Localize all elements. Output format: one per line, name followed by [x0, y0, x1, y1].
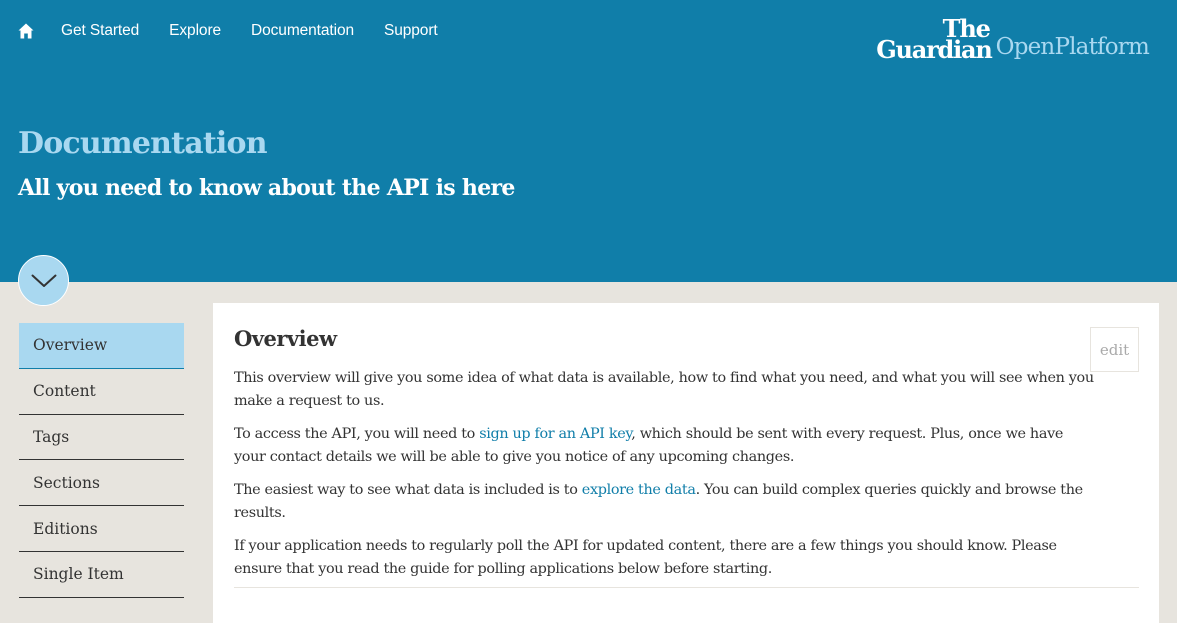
edit-button[interactable]: edit — [1090, 327, 1139, 372]
guardian-open-platform-logo[interactable]: The Guardian OpenPlatform — [876, 16, 1150, 65]
menu-toggle-button[interactable] — [18, 255, 69, 306]
brand-guardian: Guardian — [876, 35, 993, 65]
sidebar-item-editions[interactable]: Editions — [19, 506, 184, 552]
nav-link-get-started[interactable]: Get Started — [61, 22, 139, 40]
sidebar-item-label: Tags — [33, 427, 70, 446]
top-nav: Get Started Explore Documentation Suppor… — [0, 0, 468, 62]
paragraph-api-key: To access the API, you will need to sign… — [234, 423, 1094, 469]
nav-link-support[interactable]: Support — [384, 22, 438, 40]
paragraph-text: The easiest way to see what data is incl… — [234, 482, 582, 498]
sidebar-item-label: Content — [33, 382, 96, 401]
sidebar-item-label: Single Item — [33, 565, 124, 584]
nav-link-explore[interactable]: Explore — [169, 22, 221, 40]
page-subtitle: All you need to know about the API is he… — [18, 175, 515, 201]
home-icon[interactable] — [17, 22, 35, 40]
site-header: Get Started Explore Documentation Suppor… — [0, 0, 1177, 282]
guardian-wordmark: The Guardian — [876, 16, 993, 65]
overview-content: This overview will give you some idea of… — [234, 367, 1094, 591]
paragraph-text: To access the API, you will need to — [234, 426, 480, 442]
nav-link-documentation[interactable]: Documentation — [251, 22, 354, 40]
page-title: Documentation — [18, 126, 268, 161]
sidebar-item-tags[interactable]: Tags — [19, 415, 184, 461]
chevron-down-icon — [31, 274, 57, 288]
brand-open-platform: OpenPlatform — [995, 34, 1150, 61]
docs-sidebar: Overview Content Tags Sections Editions … — [19, 323, 184, 598]
paragraph-intro: This overview will give you some idea of… — [234, 370, 1094, 409]
section-divider — [234, 587, 1139, 588]
paragraph-explore: The easiest way to see what data is incl… — [234, 479, 1094, 525]
sidebar-item-label: Editions — [33, 519, 98, 538]
sidebar-item-label: Sections — [33, 473, 100, 492]
sidebar-item-content[interactable]: Content — [19, 369, 184, 415]
paragraph-polling: If your application needs to regularly p… — [234, 538, 1057, 577]
sidebar-item-sections[interactable]: Sections — [19, 460, 184, 507]
explore-data-link[interactable]: explore the data — [582, 482, 696, 498]
sign-up-api-key-link[interactable]: sign up for an API key — [479, 426, 631, 442]
sidebar-item-single-item[interactable]: Single Item — [19, 552, 184, 598]
section-title: Overview — [234, 326, 337, 351]
sidebar-item-label: Overview — [33, 336, 108, 355]
sidebar-item-overview[interactable]: Overview — [19, 323, 184, 369]
overview-panel: Overview edit This overview will give yo… — [213, 303, 1159, 623]
